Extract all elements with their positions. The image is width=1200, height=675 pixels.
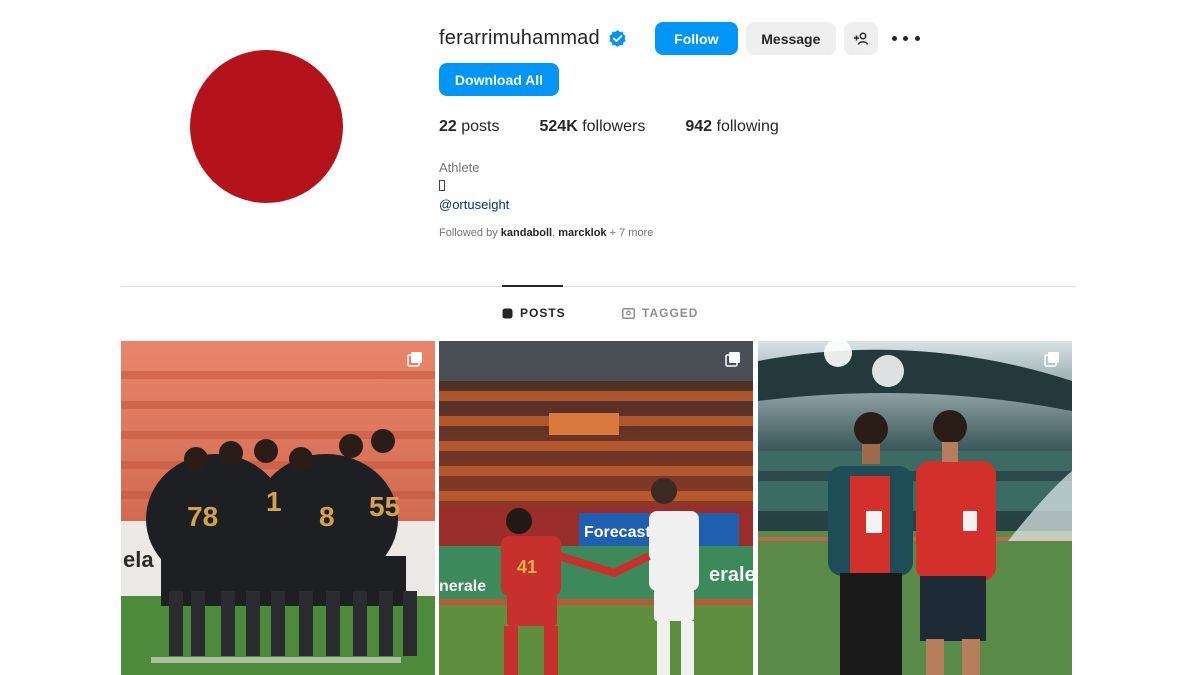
stadium-portrait-photo xyxy=(758,341,1072,675)
profile-stats: 22 posts 524K followers 942 following xyxy=(439,118,819,136)
followed-by-more: + 7 more xyxy=(609,227,654,239)
followed-by-user: marcklok xyxy=(558,227,607,239)
jersey-number: 55 xyxy=(369,491,400,522)
tab-posts[interactable]: POSTS xyxy=(502,306,566,320)
jersey-number: 41 xyxy=(517,557,537,577)
svg-text:ela: ela xyxy=(123,547,154,572)
bio-category: Athlete xyxy=(439,160,480,175)
followers-count: 524K xyxy=(539,118,578,135)
tab-tagged[interactable]: TAGGED xyxy=(622,306,698,320)
post-thumbnail[interactable]: ela 78 1 8 55 xyxy=(121,341,435,675)
profile-tabs: POSTS TAGGED xyxy=(0,306,1200,322)
profile-header: ferarrimuhammad Follow Message Download … xyxy=(439,22,1059,239)
followed-by-separator: , xyxy=(552,227,556,239)
match-action-photo: Forecastic nerale erale 41 xyxy=(439,341,753,675)
post-thumbnail[interactable] xyxy=(758,341,1072,675)
profile-bio: Athlete @ortuseight xyxy=(439,159,509,214)
bio-link[interactable]: @ortuseight xyxy=(439,196,509,214)
tag-icon xyxy=(622,307,635,319)
jersey-number: 1 xyxy=(266,486,282,517)
following-count: 942 xyxy=(685,118,713,135)
jersey-number: 78 xyxy=(187,501,218,532)
active-tab-indicator xyxy=(502,285,563,287)
following-stat[interactable]: 942 following xyxy=(685,118,778,136)
followers-stat[interactable]: 524K followers xyxy=(540,118,646,136)
team-huddle-photo: ela 78 1 8 55 xyxy=(121,341,435,675)
bio-emoji-glyph xyxy=(439,180,445,191)
suggested-accounts-button[interactable] xyxy=(843,22,878,55)
tab-tagged-label: TAGGED xyxy=(642,306,699,320)
posts-label: posts xyxy=(461,118,500,135)
username: ferarrimuhammad xyxy=(439,27,600,49)
posts-stat: 22 posts xyxy=(439,118,500,136)
multi-photo-icon xyxy=(1044,352,1059,367)
verified-badge-icon xyxy=(609,29,626,48)
profile-title-row: ferarrimuhammad Follow Message xyxy=(439,22,1059,55)
more-options-icon[interactable] xyxy=(891,29,920,49)
profile-avatar[interactable] xyxy=(190,50,343,203)
grid-icon xyxy=(502,308,513,318)
followed-by[interactable]: Followed by kandaboll, marcklok + 7 more xyxy=(439,227,653,239)
profile-divider xyxy=(121,286,1076,287)
followed-by-prefix: Followed by xyxy=(439,227,498,239)
multi-photo-icon xyxy=(725,352,740,367)
posts-count: 22 xyxy=(439,118,457,135)
followed-by-user: kandaboll xyxy=(500,227,553,239)
followers-label: followers xyxy=(582,118,646,135)
svg-text:nerale: nerale xyxy=(439,578,486,595)
jersey-number: 8 xyxy=(319,501,335,532)
following-label: following xyxy=(716,118,779,135)
multi-photo-icon xyxy=(407,352,422,367)
message-button[interactable]: Message xyxy=(745,22,836,55)
add-person-icon xyxy=(853,32,869,45)
follow-button[interactable]: Follow xyxy=(654,22,738,55)
tab-posts-label: POSTS xyxy=(520,306,566,320)
post-thumbnail[interactable]: Forecastic nerale erale 41 xyxy=(439,341,753,675)
download-all-button[interactable]: Download All xyxy=(439,63,559,96)
sponsor-board-text: erale xyxy=(709,564,753,586)
